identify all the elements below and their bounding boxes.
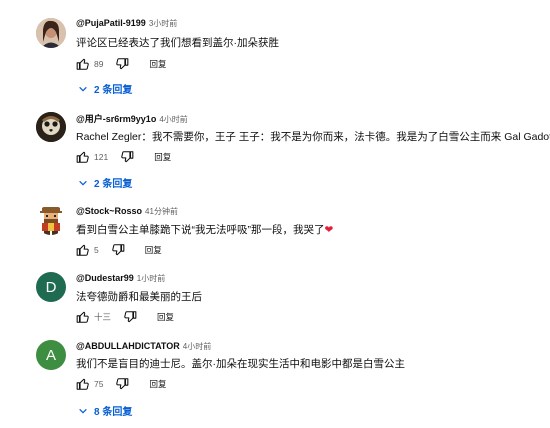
- thumbs-up-icon: [76, 311, 89, 323]
- comment-meta: @Dudestar99 1小时前: [76, 273, 165, 284]
- reply-button[interactable]: 回复: [145, 244, 162, 256]
- avatar[interactable]: [36, 112, 66, 142]
- comment-time[interactable]: 4小时前: [159, 115, 187, 124]
- like-button[interactable]: [76, 150, 90, 164]
- comment-author[interactable]: @Dudestar99: [76, 273, 134, 283]
- like-count: 121: [94, 152, 109, 162]
- comment-author[interactable]: @用户-sr6rm9yy1o: [76, 114, 156, 124]
- comment-text-body: 看到白雪公主单膝跪下说“我无法呼吸”那一段，我哭了: [76, 224, 325, 236]
- comment-meta: @ABDULLAHDICTATOR 4小时前: [76, 341, 211, 352]
- comment-text: 我们不是盲目的迪士尼。盖尔·加朵在现实生活中和电影中都是白雪公主: [76, 358, 405, 370]
- reply-button[interactable]: 回复: [157, 311, 174, 323]
- comment-meta: @Stock~Rosso 41分钟前: [76, 206, 178, 217]
- replies-label: 8 条回复: [94, 407, 133, 418]
- avatar-photo-icon: [36, 112, 66, 142]
- comment-time[interactable]: 1小时前: [137, 274, 165, 283]
- comment-actions: 75 回复: [76, 377, 166, 391]
- replies-label: 2 条回复: [94, 179, 133, 190]
- like-count: 5: [94, 245, 99, 255]
- dislike-button[interactable]: [120, 150, 134, 164]
- dislike-button[interactable]: [115, 57, 129, 71]
- reply-button[interactable]: 回复: [154, 151, 171, 163]
- view-replies-button[interactable]: 2 条回复: [78, 175, 132, 190]
- like-count: 75: [94, 379, 104, 389]
- comment-author[interactable]: @PujaPatil-9199: [76, 18, 146, 28]
- like-count: 89: [94, 59, 104, 69]
- chevron-down-icon: [79, 408, 87, 414]
- comment-text: 评论区已经表达了我们想看到盖尔·加朵获胜: [76, 37, 279, 49]
- comment-text: Rachel Zegler：我不需要你，王子 王子：我不是为你而来，法卡德。我是…: [76, 131, 550, 143]
- reply-button[interactable]: 回复: [149, 58, 166, 70]
- comment-text: 看到白雪公主单膝跪下说“我无法呼吸”那一段，我哭了❤: [76, 222, 333, 237]
- thumbs-down-icon: [124, 311, 137, 323]
- thumbs-down-icon: [121, 151, 134, 163]
- view-replies-button[interactable]: 2 条回复: [78, 81, 132, 96]
- thumbs-up-icon: [76, 58, 89, 70]
- pixel-character-icon: [40, 207, 62, 235]
- thumbs-up-icon: [76, 151, 89, 163]
- comment-meta: @用户-sr6rm9yy1o 4小时前: [76, 112, 188, 125]
- chevron-down-icon: [79, 86, 87, 92]
- like-button[interactable]: [76, 377, 90, 391]
- reply-button[interactable]: 回复: [149, 378, 166, 390]
- comment-actions: 十三 回复: [76, 310, 174, 324]
- avatar[interactable]: D: [36, 272, 66, 302]
- dislike-button[interactable]: [123, 310, 137, 324]
- like-count: 十三: [94, 312, 112, 322]
- chevron-down-icon: [79, 180, 87, 186]
- thumbs-down-icon: [116, 378, 129, 390]
- thumbs-down-icon: [112, 244, 125, 256]
- comment-author[interactable]: @ABDULLAHDICTATOR: [76, 341, 180, 351]
- comment-actions: 121 回复: [76, 150, 171, 164]
- dislike-button[interactable]: [115, 377, 129, 391]
- like-button[interactable]: [76, 243, 90, 257]
- replies-label: 2 条回复: [94, 85, 133, 96]
- like-button[interactable]: [76, 57, 90, 71]
- comment-time[interactable]: 41分钟前: [145, 207, 178, 216]
- comment-author[interactable]: @Stock~Rosso: [76, 206, 142, 216]
- comment-meta: @PujaPatil-9199 3小时前: [76, 18, 177, 29]
- thumbs-down-icon: [116, 58, 129, 70]
- avatar[interactable]: A: [36, 340, 66, 370]
- dislike-button[interactable]: [111, 243, 125, 257]
- thumbs-up-icon: [76, 378, 89, 390]
- avatar[interactable]: [36, 18, 66, 48]
- heart-emoji: ❤: [324, 224, 334, 236]
- comment-time[interactable]: 4小时前: [183, 342, 211, 351]
- comment-actions: 89 回复: [76, 57, 166, 71]
- avatar[interactable]: [36, 205, 66, 235]
- comment-text: 法夸德勋爵和最美丽的王后: [76, 291, 202, 303]
- thumbs-up-icon: [76, 244, 89, 256]
- avatar-photo-icon: [36, 18, 66, 48]
- view-replies-button[interactable]: 8 条回复: [78, 403, 132, 418]
- avatar-letter: D: [45, 278, 57, 296]
- comment-actions: 5 回复: [76, 243, 162, 257]
- avatar-letter: A: [45, 346, 56, 364]
- like-button[interactable]: [76, 310, 90, 324]
- comment-time[interactable]: 3小时前: [149, 19, 177, 28]
